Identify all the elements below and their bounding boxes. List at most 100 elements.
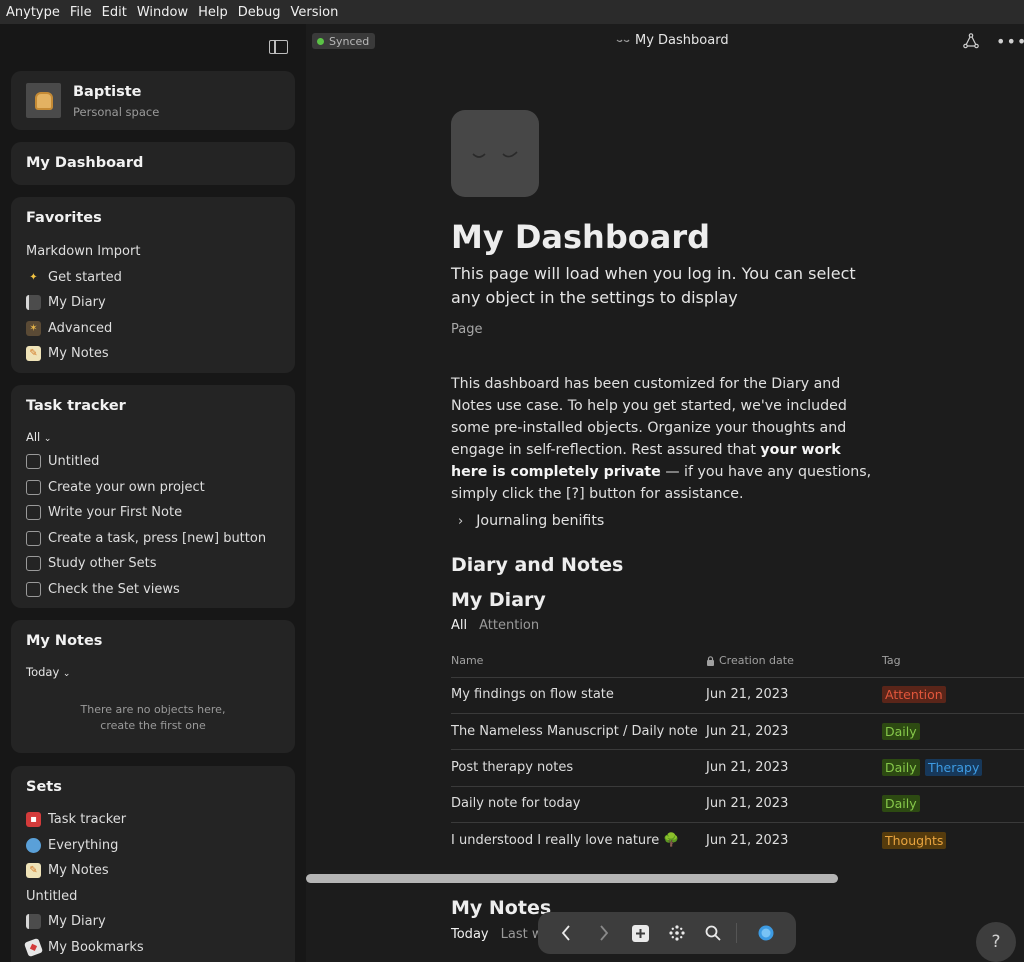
set-item[interactable]: ▪ Task tracker <box>26 809 126 829</box>
view-tab-attention[interactable]: Attention <box>479 618 539 633</box>
task-checkbox[interactable] <box>26 555 41 571</box>
page-icon[interactable] <box>451 110 539 197</box>
memo-icon: ✎ <box>26 345 41 361</box>
page-type[interactable]: Page <box>451 322 482 337</box>
table-divider <box>451 786 1024 787</box>
set-item[interactable]: ✎ My Notes <box>26 860 109 880</box>
table-cell-name[interactable]: Daily note for today <box>451 796 580 811</box>
task-checkbox[interactable] <box>26 453 41 469</box>
set-item[interactable]: My Diary <box>26 911 106 931</box>
column-header-date[interactable]: Creation date <box>706 654 794 667</box>
set-item[interactable]: Everything <box>26 835 118 855</box>
profile-globe-icon[interactable] <box>755 922 777 944</box>
tag-daily[interactable]: Daily <box>882 723 920 740</box>
empty-state-line: create the first one <box>100 719 206 732</box>
task-item[interactable]: Create your own project <box>26 477 205 497</box>
my-notes-title[interactable]: My Notes <box>26 633 102 649</box>
back-arrow-icon[interactable] <box>555 922 577 944</box>
graph-dots-icon[interactable] <box>666 922 688 944</box>
search-icon[interactable] <box>702 922 724 944</box>
menu-window[interactable]: Window <box>137 5 188 20</box>
task-item[interactable]: Check the Set views <box>26 579 180 599</box>
topbar-title[interactable]: My Dashboard <box>616 33 729 48</box>
menu-app[interactable]: Anytype <box>6 5 60 20</box>
table-cell-date: Jun 21, 2023 <box>706 833 789 848</box>
menu-file[interactable]: File <box>70 5 92 20</box>
favorite-item[interactable]: ✶ Advanced <box>26 318 112 338</box>
help-button[interactable]: ? <box>976 922 1016 962</box>
notes-filter-dropdown[interactable]: Today ⌄ <box>26 665 70 679</box>
task-item[interactable]: Create a task, press [new] button <box>26 528 266 548</box>
table-cell-name[interactable]: I understood I really love nature 🌳 <box>451 833 680 848</box>
tag-attention[interactable]: Attention <box>882 686 946 703</box>
task-item[interactable]: Untitled <box>26 451 99 471</box>
toggle-label: Journaling benifits <box>476 513 605 529</box>
table-cell-name[interactable]: The Nameless Manuscript / Daily note <box>451 724 698 739</box>
task-label: Create your own project <box>48 479 205 495</box>
sync-status[interactable]: Synced <box>312 33 376 49</box>
page-description[interactable]: This page will load when you log in. You… <box>451 262 881 310</box>
menu-debug[interactable]: Debug <box>238 5 281 20</box>
toggle-block[interactable]: › Journaling benifits <box>458 513 604 529</box>
favorite-item[interactable]: ✦ Get started <box>26 267 122 287</box>
task-checkbox[interactable] <box>26 479 41 495</box>
table-cell-date: Jun 21, 2023 <box>706 724 789 739</box>
empty-state-line: There are no objects here, <box>80 703 226 716</box>
view-tab-today[interactable]: Today <box>451 927 489 942</box>
task-tracker-title[interactable]: Task tracker <box>26 398 126 414</box>
task-item[interactable]: Write your First Note <box>26 502 182 522</box>
tag-therapy[interactable]: Therapy <box>925 759 983 776</box>
sidebar-toggle-icon[interactable] <box>269 40 288 54</box>
space-name: Baptiste <box>73 84 142 100</box>
set-item[interactable]: ◆ My Bookmarks <box>23 937 144 957</box>
sync-status-label: Synced <box>329 34 370 48</box>
task-filter-dropdown[interactable]: All ⌄ <box>26 430 51 444</box>
table-divider <box>451 713 1024 714</box>
diary-heading[interactable]: My Diary <box>451 589 546 611</box>
graph-icon[interactable] <box>963 33 979 49</box>
section-heading[interactable]: Diary and Notes <box>451 554 623 576</box>
favorite-item[interactable]: My Diary <box>26 292 106 312</box>
more-options-icon[interactable]: ••• <box>996 32 1024 51</box>
page-title[interactable]: My Dashboard <box>451 218 710 256</box>
set-item[interactable]: Untitled <box>26 886 77 906</box>
space-card[interactable]: Baptiste Personal space <box>11 71 295 130</box>
intro-paragraph[interactable]: This dashboard has been customized for t… <box>451 373 881 505</box>
sidebar-dashboard-label: My Dashboard <box>26 155 144 171</box>
memo-icon: ✎ <box>26 862 41 878</box>
view-tab-last-week[interactable]: Last w <box>501 927 543 942</box>
chevron-right-icon[interactable]: › <box>458 514 463 529</box>
forward-arrow-icon[interactable] <box>593 922 615 944</box>
tag-daily[interactable]: Daily <box>882 795 920 812</box>
sets-title[interactable]: Sets <box>26 779 62 795</box>
task-checkbox[interactable] <box>26 530 41 546</box>
favorite-item-label: Get started <box>48 269 122 285</box>
tag-thoughts[interactable]: Thoughts <box>882 832 947 849</box>
horizontal-scrollbar[interactable] <box>306 874 838 883</box>
tag-daily[interactable]: Daily <box>882 759 920 776</box>
task-label: Check the Set views <box>48 581 180 597</box>
task-checkbox[interactable] <box>26 581 41 597</box>
column-header-name[interactable]: Name <box>451 654 483 667</box>
bread-icon <box>34 91 53 110</box>
plus-icon[interactable] <box>629 922 651 944</box>
task-checkbox[interactable] <box>26 504 41 520</box>
notes-heading[interactable]: My Notes <box>451 897 551 919</box>
set-item-label: Everything <box>48 837 119 853</box>
menu-version[interactable]: Version <box>291 5 339 20</box>
column-header-label: Tag <box>882 654 901 667</box>
menu-help[interactable]: Help <box>198 5 228 20</box>
task-item[interactable]: Study other Sets <box>26 553 157 573</box>
favorite-item[interactable]: Markdown Import <box>26 241 140 261</box>
table-cell-name[interactable]: Post therapy notes <box>451 760 573 775</box>
menu-edit[interactable]: Edit <box>102 5 127 20</box>
favorite-item-label: My Diary <box>48 294 106 310</box>
sidebar-dashboard[interactable]: My Dashboard <box>11 142 295 185</box>
set-item-label: My Bookmarks <box>48 939 144 955</box>
table-cell-name[interactable]: My findings on flow state <box>451 687 614 702</box>
column-header-tag[interactable]: Tag <box>882 654 901 667</box>
view-tab-all[interactable]: All <box>451 618 467 633</box>
table-divider <box>451 822 1024 823</box>
favorites-title[interactable]: Favorites <box>26 210 102 226</box>
favorite-item[interactable]: ✎ My Notes <box>26 343 109 363</box>
